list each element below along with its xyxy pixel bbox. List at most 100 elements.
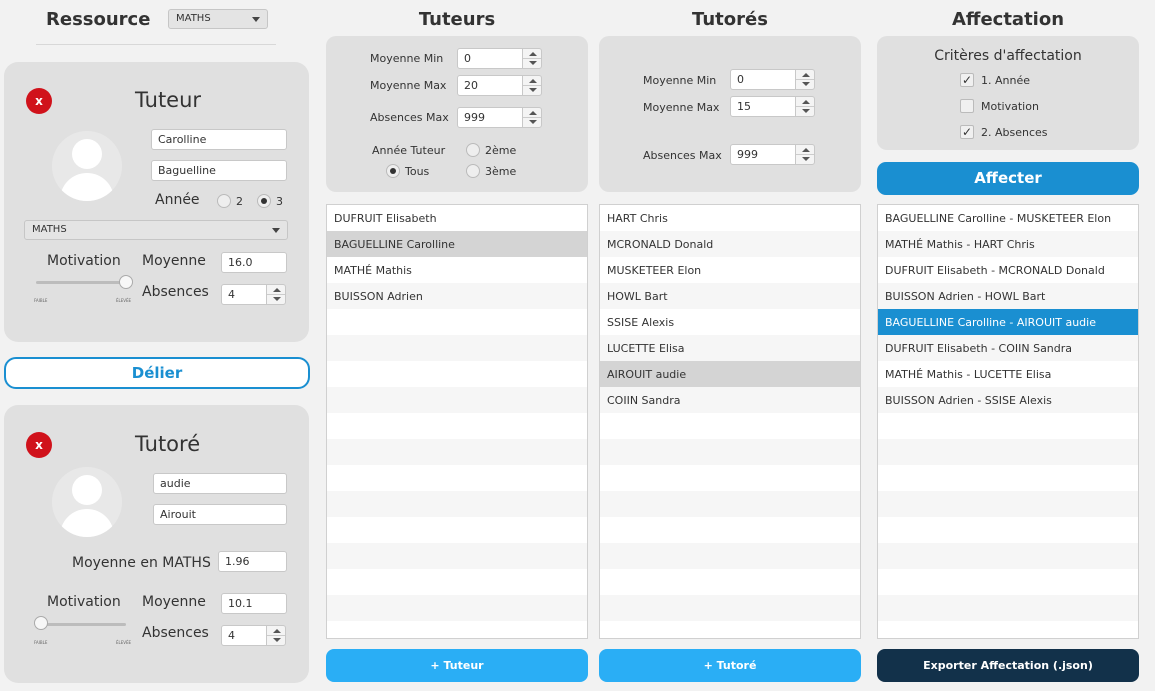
tuteurs-list[interactable]: DUFRUIT Elisabeth BAGUELLINE Carolline MAT… <box>326 204 588 639</box>
criteria-checkbox-annee[interactable]: ✓ <box>960 73 974 87</box>
resource-select[interactable]: MATHS <box>168 9 268 29</box>
tuteurs-annee-radio-3eme[interactable] <box>466 164 480 178</box>
tuteur-motivation-slider[interactable] <box>36 281 126 284</box>
list-item[interactable]: BAGUELLINE Carolline <box>327 231 587 257</box>
list-item-empty <box>327 361 587 387</box>
tuteur-firstname-field[interactable]: Carolline <box>151 129 287 150</box>
list-item[interactable]: BAGUELLINE Carolline - MUSKETEER Elon <box>878 205 1138 231</box>
list-item[interactable]: SSISE Alexis <box>600 309 860 335</box>
affectations-list[interactable]: BAGUELLINE Carolline - MUSKETEER Elon MAT… <box>877 204 1139 639</box>
list-item-empty <box>327 309 587 335</box>
list-item-empty <box>878 517 1138 543</box>
tuteurs-annee-option-2eme: 2ème <box>485 144 517 157</box>
affecter-button-label: Affecter <box>974 169 1042 187</box>
tuteur-motivation-knob[interactable] <box>119 275 133 289</box>
list-item-empty <box>600 413 860 439</box>
list-item[interactable]: BUISSON Adrien - SSISE Alexis <box>878 387 1138 413</box>
tuteurs-moyenne-min-field[interactable]: 0 <box>457 48 523 69</box>
tutore-absences-field[interactable]: 4 <box>221 625 267 646</box>
tutores-absences-max-spinner[interactable] <box>795 144 815 165</box>
list-item[interactable]: AIROUIT audie <box>600 361 860 387</box>
tutore-motivation-slider[interactable] <box>36 623 126 626</box>
add-tuteur-label: + Tuteur <box>430 659 484 672</box>
list-item[interactable]: HART Chris <box>600 205 860 231</box>
list-item[interactable]: MATHÉ Mathis - HART Chris <box>878 231 1138 257</box>
add-tuteur-button[interactable]: + Tuteur <box>326 649 588 682</box>
tuteurs-title: Tuteurs <box>418 9 496 30</box>
tutores-absences-max-field[interactable]: 999 <box>730 144 796 165</box>
criteria-checkbox-motivation[interactable] <box>960 99 974 113</box>
list-item[interactable]: HOWL Bart <box>600 283 860 309</box>
tuteur-annee-radio-3[interactable] <box>257 194 271 208</box>
list-item-empty <box>600 439 860 465</box>
delier-button[interactable]: Délier <box>4 357 310 389</box>
tutores-moyenne-min-field[interactable]: 0 <box>730 69 796 90</box>
add-tutore-label: + Tutoré <box>703 659 757 672</box>
tuteur-absences-field[interactable]: 4 <box>221 284 267 305</box>
affecter-button[interactable]: Affecter <box>877 162 1139 195</box>
tuteur-absences-spinner[interactable] <box>266 284 286 305</box>
tuteurs-moyenne-max-field[interactable]: 20 <box>457 75 523 96</box>
tuteur-lastname-field[interactable]: Baguelline <box>151 160 287 181</box>
list-item[interactable]: MATHÉ Mathis - LUCETTE Elisa <box>878 361 1138 387</box>
criteria-label-motivation: Motivation <box>981 100 1039 113</box>
criteria-title: Critères d'affectation <box>934 48 1082 64</box>
tuteur-moyenne-label: Moyenne <box>142 253 206 269</box>
list-item[interactable]: MATHÉ Mathis <box>327 257 587 283</box>
tuteur-annee-radio-2[interactable] <box>217 194 231 208</box>
tutore-firstname-field[interactable]: audie <box>153 473 287 494</box>
delier-button-label: Délier <box>131 364 183 382</box>
tuteur-close-button[interactable]: x <box>26 88 52 114</box>
tuteur-matiere-select[interactable]: MATHS <box>24 220 288 240</box>
list-item[interactable]: MCRONALD Donald <box>600 231 860 257</box>
tuteur-slider-min: FAIBLE <box>34 298 48 303</box>
criteria-label-absences: 2. Absences <box>981 126 1048 139</box>
tutores-moyenne-max-spinner[interactable] <box>795 96 815 117</box>
tuteurs-absences-max-spinner[interactable] <box>522 107 542 128</box>
tutore-moyenne-matiere-field[interactable]: 1.96 <box>218 551 287 572</box>
tutores-moyenne-max-field[interactable]: 15 <box>730 96 796 117</box>
close-icon: x <box>35 438 43 452</box>
tuteurs-filter-panel: Moyenne Min 0 Moyenne Max 20 Absences Ma… <box>326 36 588 192</box>
tuteurs-moyenne-min-spinner[interactable] <box>522 48 542 69</box>
tutores-list[interactable]: HART Chris MCRONALD Donald MUSKETEER Elon H… <box>599 204 861 639</box>
tuteur-avatar <box>52 131 122 201</box>
tuteur-moyenne-field[interactable]: 16.0 <box>221 252 287 273</box>
list-item[interactable]: LUCETTE Elisa <box>600 335 860 361</box>
tutores-moyenne-min-label: Moyenne Min <box>643 74 717 87</box>
tuteurs-absences-max-field[interactable]: 999 <box>457 107 523 128</box>
list-item[interactable]: BAGUELLINE Carolline - AIROUIT audie <box>878 309 1138 335</box>
resource-label: Ressource <box>46 9 151 30</box>
list-item-empty <box>878 491 1138 517</box>
tutores-moyenne-min-spinner[interactable] <box>795 69 815 90</box>
list-item-empty <box>600 595 860 621</box>
tutore-motivation-knob[interactable] <box>34 616 48 630</box>
tuteurs-annee-option-tous: Tous <box>405 165 430 178</box>
list-item[interactable]: MUSKETEER Elon <box>600 257 860 283</box>
list-item-empty <box>600 517 860 543</box>
list-item[interactable]: BUISSON Adrien - HOWL Bart <box>878 283 1138 309</box>
list-item[interactable]: DUFRUIT Elisabeth - COIIN Sandra <box>878 335 1138 361</box>
criteria-label-annee: 1. Année <box>981 74 1030 87</box>
tuteurs-annee-radio-2eme[interactable] <box>466 143 480 157</box>
tutore-slider-min: FAIBLE <box>34 640 48 645</box>
list-item-empty <box>327 439 587 465</box>
list-item-empty <box>600 465 860 491</box>
tutore-lastname-field[interactable]: Airouit <box>153 504 287 525</box>
tuteurs-annee-radio-tous[interactable] <box>386 164 400 178</box>
resource-select-value: MATHS <box>176 13 211 24</box>
add-tutore-button[interactable]: + Tutoré <box>599 649 861 682</box>
list-item-empty <box>327 517 587 543</box>
export-button[interactable]: Exporter Affectation (.json) <box>877 649 1139 682</box>
list-item[interactable]: BUISSON Adrien <box>327 283 587 309</box>
criteria-checkbox-absences[interactable]: ✓ <box>960 125 974 139</box>
list-item[interactable]: COIIN Sandra <box>600 387 860 413</box>
list-item[interactable]: DUFRUIT Elisabeth <box>327 205 587 231</box>
tuteurs-moyenne-max-spinner[interactable] <box>522 75 542 96</box>
list-item-empty <box>878 439 1138 465</box>
header-divider <box>36 44 276 45</box>
list-item[interactable]: DUFRUIT Elisabeth - MCRONALD Donald <box>878 257 1138 283</box>
tutore-absences-spinner[interactable] <box>266 625 286 646</box>
tutore-moyenne-field[interactable]: 10.1 <box>221 593 287 614</box>
tutore-close-button[interactable]: x <box>26 432 52 458</box>
